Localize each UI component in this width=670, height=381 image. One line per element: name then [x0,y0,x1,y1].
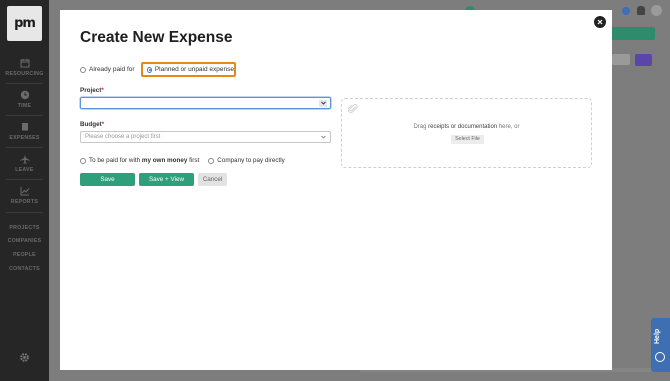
chart-icon [20,187,29,196]
radio-label: Planned or unpaid expense [154,66,234,73]
nav-item-expenses[interactable]: EXPENSES [0,122,49,141]
notification-badge[interactable] [622,7,630,15]
company-pays-label: Company to pay directly [217,157,285,164]
filter-select[interactable] [612,54,630,65]
radio-label: Already paid for [89,66,135,73]
nav-item-reports[interactable]: REPORTS [0,186,49,205]
drop-suffix: here, or [497,124,520,130]
own-money-suffix: first [187,157,200,164]
chevron-down-icon [320,135,326,139]
own-money-label: To be paid for with my own money first [89,157,199,164]
cancel-button[interactable]: Cancel [198,173,227,186]
new-expense-button[interactable] [610,27,655,40]
nav-label: REPORTS [10,199,39,205]
budget-label: Budget* [80,121,104,128]
nav-label: RESOURCING [5,71,44,77]
required-mark: * [101,121,105,128]
divider [6,115,43,116]
radio-button[interactable] [80,66,86,73]
save-button[interactable]: Save [80,173,135,186]
dropzone-text: Drag receipts or documentation here, or [342,124,591,130]
bell-icon[interactable] [637,6,645,15]
receipt-icon [21,123,28,131]
drop-bold: receipts or documentation [428,124,498,130]
drop-prefix: Drag [413,124,429,130]
chevron-down-icon [320,101,326,105]
gear-icon[interactable] [19,352,30,363]
divider [6,179,43,180]
help-icon [655,352,665,362]
project-label-text: Project [80,87,102,94]
nav-item-leave[interactable]: LEAVE [0,154,49,173]
save-view-button[interactable]: Save + View [139,173,194,186]
budget-label-text: Budget [80,121,102,128]
radio-planned-unpaid[interactable]: Planned or unpaid expense [141,62,236,77]
divider [6,212,43,213]
modal-title: Create New Expense [80,29,233,46]
nav-label: EXPENSES [9,135,40,141]
nav-link-people[interactable]: PEOPLE [0,252,49,258]
dropdown-toggle[interactable] [319,99,327,107]
select-file-button[interactable]: Select File [451,135,484,144]
calendar-icon [20,59,29,68]
radio-own-money[interactable] [80,157,86,164]
budget-select[interactable]: Please choose a project first [80,131,331,143]
project-label: Project* [80,87,104,94]
nav-link-companies[interactable]: COMPANIES [0,238,49,244]
project-select[interactable] [80,97,331,109]
divider [6,83,43,84]
close-icon [597,19,603,25]
clock-icon [20,90,29,100]
help-label: Help [654,328,661,344]
own-money-bold: my own money [141,157,188,164]
payer-options: To be paid for with my own money first C… [80,157,285,164]
divider [6,147,43,148]
paperclip-icon [348,104,358,113]
dropdown-toggle[interactable] [320,134,326,140]
nav-item-time[interactable]: TIME [0,90,49,109]
nav-link-projects[interactable]: PROJECTS [0,225,49,231]
radio-already-paid[interactable]: Already paid for [80,66,135,73]
radio-button-selected[interactable] [147,66,152,73]
nav-label: TIME [17,103,32,109]
plane-icon [20,154,29,164]
sidebar: pm RESOURCING TIME EXPENSES LEAVE REPORT… [0,0,49,381]
close-button[interactable] [594,16,606,28]
download-button[interactable] [635,54,652,66]
app-logo[interactable]: pm [7,6,42,41]
budget-placeholder: Please choose a project first [85,134,161,140]
nav-item-resourcing[interactable]: RESOURCING [0,58,49,77]
logo-text: pm [14,16,36,31]
own-money-prefix: To be paid for with [89,157,142,164]
file-dropzone[interactable]: Drag receipts or documentation here, or … [341,98,592,168]
radio-company-pays[interactable] [208,157,215,164]
nav-link-contacts[interactable]: CONTACTS [0,266,49,272]
avatar[interactable] [651,5,662,16]
nav-label: LEAVE [15,167,34,173]
required-mark: * [101,87,104,94]
create-expense-modal: Create New Expense Already paid for Plan… [60,10,612,370]
help-tab[interactable]: Help [651,318,670,372]
